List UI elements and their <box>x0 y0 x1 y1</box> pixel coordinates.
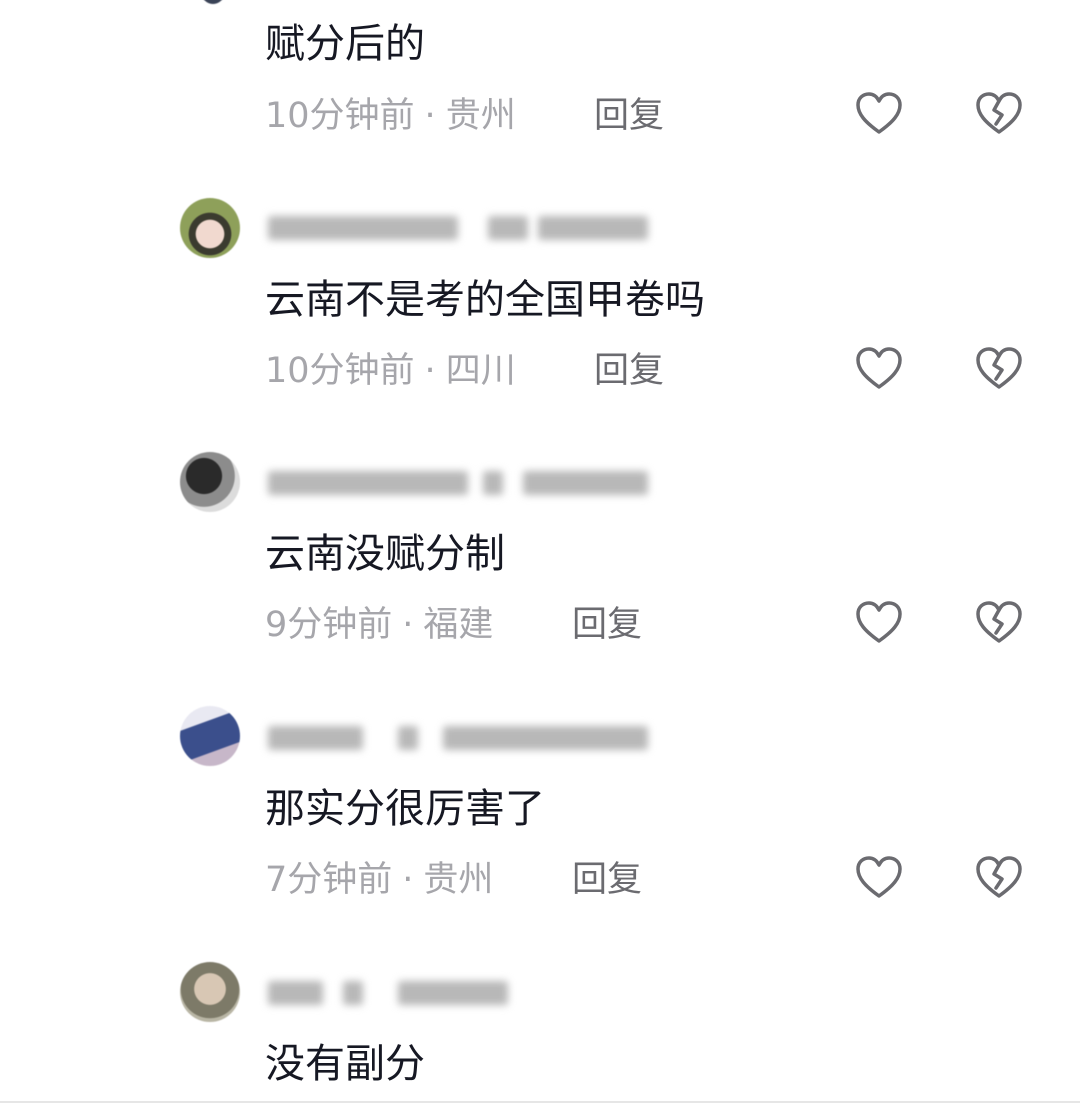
meta-separator: · <box>424 96 436 136</box>
dislike-button[interactable] <box>973 597 1025 649</box>
reply-button[interactable]: 回复 <box>594 351 664 391</box>
dislike-button[interactable] <box>973 88 1025 140</box>
comment-text: 赋分后的 <box>265 21 425 67</box>
avatar[interactable] <box>180 706 240 766</box>
like-button[interactable] <box>853 343 905 395</box>
heart-outline-icon <box>856 601 902 643</box>
reply-button[interactable]: 回复 <box>572 860 642 900</box>
broken-heart-icon <box>976 856 1022 898</box>
avatar[interactable] <box>196 0 230 4</box>
broken-heart-icon <box>976 601 1022 643</box>
heart-outline-icon <box>856 92 902 134</box>
avatar[interactable] <box>180 962 240 1022</box>
comment-location: 福建 <box>423 605 494 645</box>
like-button[interactable] <box>853 852 905 904</box>
dislike-button[interactable] <box>973 852 1025 904</box>
dislike-button[interactable] <box>973 343 1025 395</box>
meta-separator: · <box>424 351 436 391</box>
username-blurred <box>268 208 648 248</box>
comment-text: 云南不是考的全国甲卷吗 <box>265 277 705 323</box>
reply-button[interactable]: 回复 <box>572 605 642 645</box>
like-button[interactable] <box>853 88 905 140</box>
comment-text: 没有副分 <box>265 1041 425 1087</box>
meta-separator: · <box>402 860 414 900</box>
comment-location: 四川 <box>445 351 516 391</box>
comment-text: 云南没赋分制 <box>265 531 505 577</box>
comment-location: 贵州 <box>445 96 516 136</box>
avatar[interactable] <box>180 198 240 258</box>
comment-time: 10分钟前 <box>265 96 415 136</box>
broken-heart-icon <box>976 92 1022 134</box>
comment-text: 那实分很厉害了 <box>265 786 545 832</box>
comment-time: 7分钟前 <box>265 860 393 900</box>
comment-meta: 10分钟前 · 四川 <box>265 351 516 391</box>
username-blurred <box>268 973 648 1013</box>
heart-outline-icon <box>856 347 902 389</box>
reply-button[interactable]: 回复 <box>594 96 664 136</box>
meta-separator: · <box>402 605 414 645</box>
comment-meta: 7分钟前 · 贵州 <box>265 860 493 900</box>
comment-meta: 9分钟前 · 福建 <box>265 605 493 645</box>
comment-meta: 10分钟前 · 贵州 <box>265 96 516 136</box>
comment-location: 贵州 <box>423 860 494 900</box>
heart-outline-icon <box>856 856 902 898</box>
avatar[interactable] <box>180 452 240 512</box>
comment-time: 10分钟前 <box>265 351 415 391</box>
like-button[interactable] <box>853 597 905 649</box>
username-blurred <box>268 718 648 758</box>
username-blurred <box>268 463 648 503</box>
comment-time: 9分钟前 <box>265 605 393 645</box>
broken-heart-icon <box>976 347 1022 389</box>
